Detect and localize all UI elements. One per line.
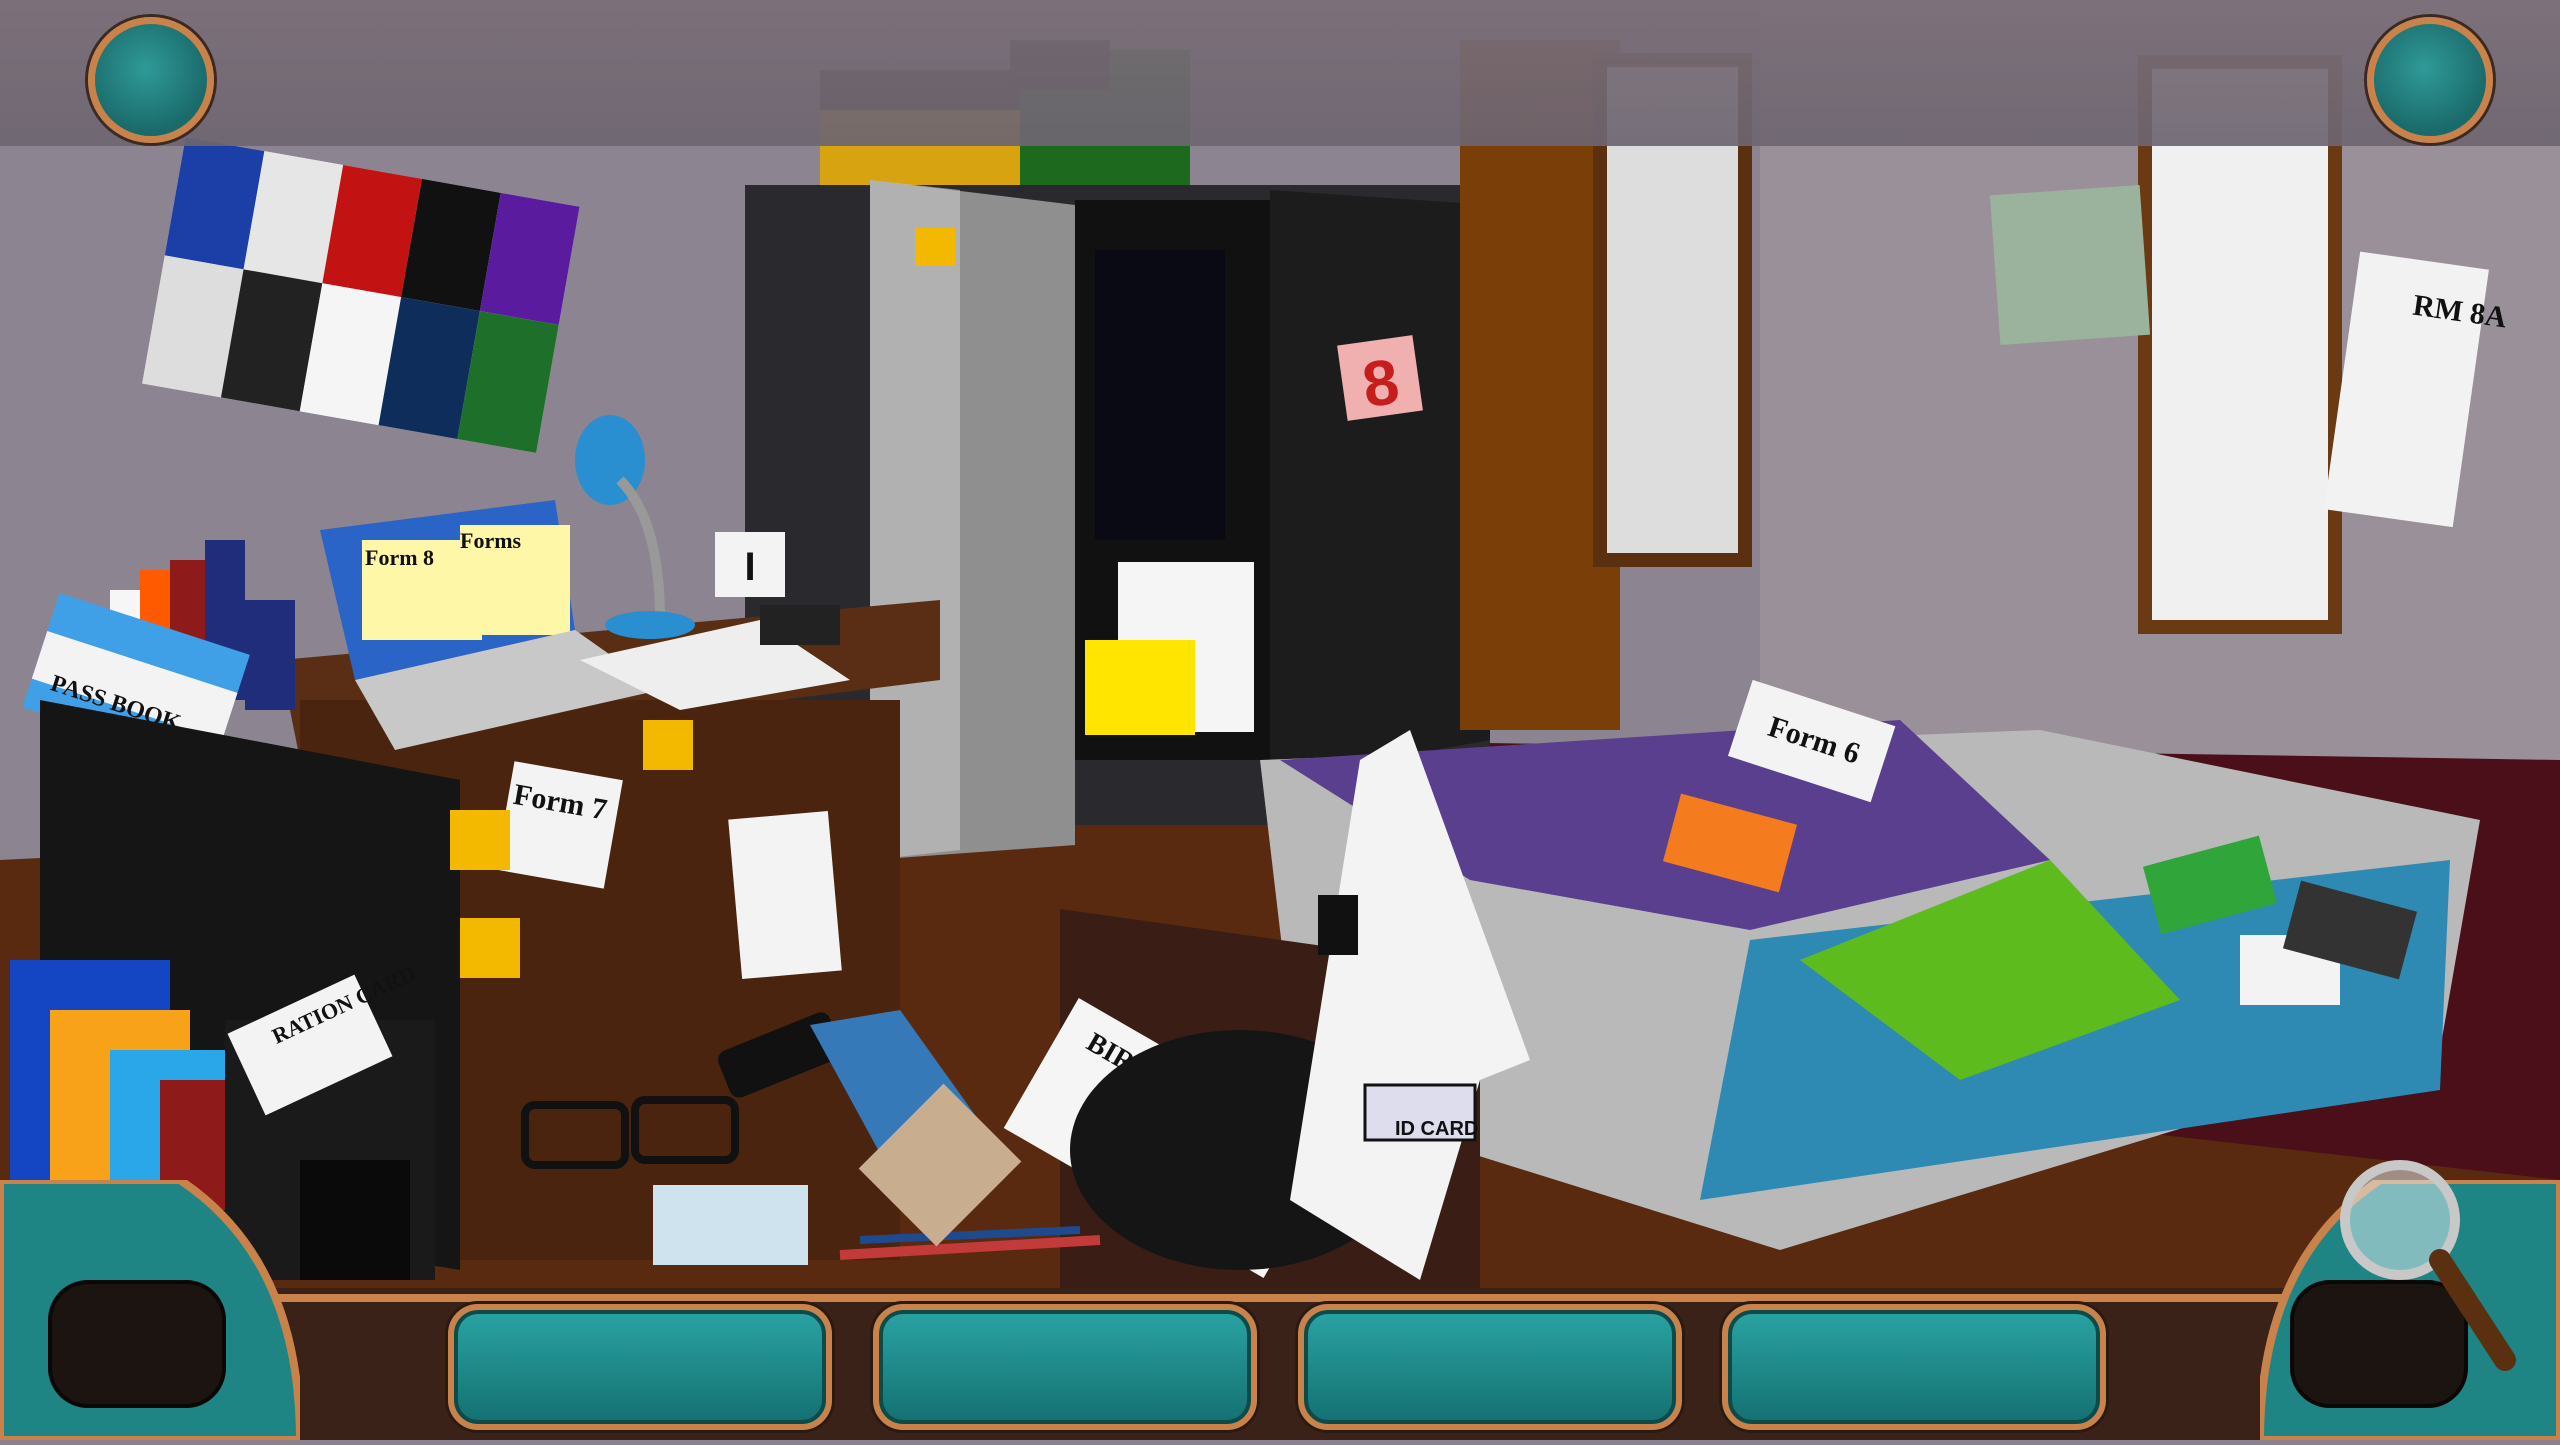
sticky-note[interactable] [450,810,510,870]
calculator[interactable] [760,605,840,645]
cabinet-sticker-8[interactable]: 8 [1337,335,1423,424]
inventory-slot-4[interactable] [1722,1304,2106,1430]
sticky-note[interactable] [643,720,693,770]
inventory-bar [0,1288,2560,1440]
svg-text:I: I [744,545,755,589]
hud-top-bar [0,0,2560,146]
left-corner-panel [0,1176,305,1444]
pan-card[interactable] [653,1185,808,1265]
inventory-slot-2[interactable] [873,1304,1257,1430]
magnifier-icon[interactable] [2330,1150,2530,1400]
inventory-frame [0,1288,2560,1440]
svg-text:Form 8: Form 8 [365,545,434,570]
svg-text:ID CARD: ID CARD [1395,1118,1478,1140]
svg-text:Forms: Forms [460,528,522,553]
sticky-note[interactable] [460,918,520,978]
aadhaar-card[interactable] [728,810,842,980]
passport[interactable] [1318,895,1358,955]
id-card[interactable]: ID CARD [1363,1083,1478,1142]
form-7-paper[interactable]: Form 7 [495,761,623,889]
inventory-slot-3[interactable] [1298,1304,1682,1430]
inventory-slot-1[interactable] [448,1304,832,1430]
game-scene: 8 RM 8A Form 6 Form 8 Forms I PASS BOOK … [0,0,2560,1440]
menu-button[interactable] [88,17,214,143]
settings-button[interactable] [2367,17,2493,143]
sticky-note[interactable] [915,228,955,266]
wall-mirror[interactable] [2138,55,2342,634]
left-hint-slot[interactable] [48,1280,226,1408]
camo-photo[interactable] [1989,184,2151,346]
